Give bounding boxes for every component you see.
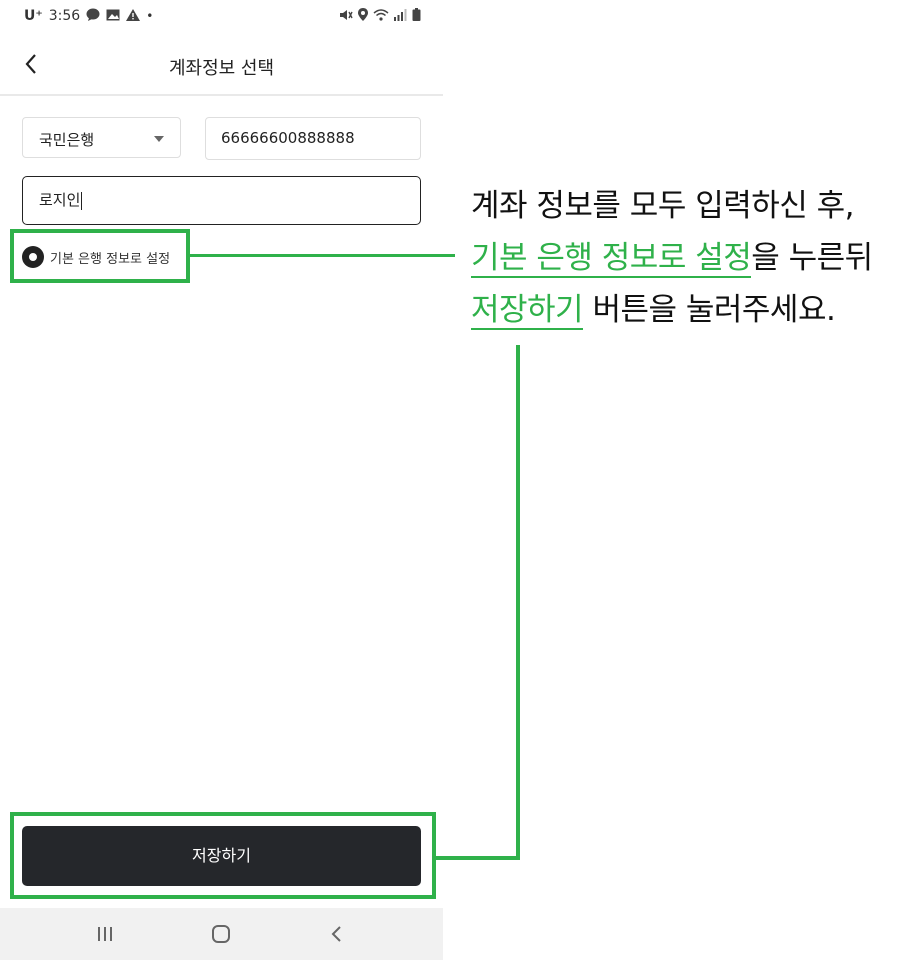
- callout-line-2: 기본 은행 정보로 설정을 누른뒤: [471, 232, 891, 284]
- caret-down-icon: [154, 136, 164, 142]
- default-bank-radio[interactable]: 기본 은행 정보로 설정: [22, 246, 170, 268]
- back-icon[interactable]: [322, 922, 352, 946]
- save-button[interactable]: 저장하기: [22, 826, 421, 886]
- recent-apps-icon[interactable]: [90, 922, 120, 946]
- clock: 3:56: [48, 8, 81, 24]
- page-title: 계좌정보 선택: [168, 58, 275, 79]
- bank-select[interactable]: 국민은행: [22, 117, 181, 158]
- callout-line-2-rest: 을 누른뒤: [751, 240, 873, 276]
- home-icon[interactable]: [206, 922, 236, 946]
- account-holder-field[interactable]: 로지인: [22, 176, 421, 225]
- signal-icon: [394, 8, 407, 24]
- account-number-field[interactable]: 66666600888888: [205, 117, 421, 160]
- callout-line-3-rest: 버튼을 눌러주세요.: [583, 292, 836, 328]
- mute-icon: [339, 9, 353, 24]
- account-number-value: 66666600888888: [221, 129, 355, 147]
- default-bank-label: 기본 은행 정보로 설정: [50, 251, 171, 267]
- status-bar: U⁺ 3:56 •: [0, 0, 443, 36]
- android-nav-bar: [0, 908, 443, 960]
- connector-line-top: [190, 254, 455, 257]
- talk-icon: [86, 8, 100, 24]
- connector-line-vertical: [516, 345, 520, 860]
- location-icon: [358, 8, 368, 24]
- text-cursor: [81, 191, 83, 210]
- callout-line-3: 저장하기 버튼을 눌러주세요.: [471, 284, 891, 336]
- status-right: [339, 8, 421, 24]
- instruction-callout: 계좌 정보를 모두 입력하신 후, 기본 은행 정보로 설정을 누른뒤 저장하기…: [471, 180, 891, 336]
- battery-icon: [412, 8, 421, 24]
- gallery-icon: [106, 9, 120, 24]
- warning-icon: [126, 8, 141, 24]
- carrier-label: U⁺: [24, 8, 43, 24]
- bank-select-value: 국민은행: [39, 131, 95, 149]
- connector-line-bottom: [436, 856, 520, 860]
- callout-highlight-save: 저장하기: [471, 292, 584, 330]
- wifi-icon: [373, 8, 389, 24]
- callout-line-1: 계좌 정보를 모두 입력하신 후,: [471, 188, 855, 224]
- callout-highlight-default-bank: 기본 은행 정보로 설정: [471, 240, 752, 278]
- dot-icon: •: [146, 9, 154, 23]
- phone-screen: U⁺ 3:56 • 계좌정보 선택 국민은행 66666600888888 로지…: [0, 0, 443, 960]
- account-holder-value: 로지인: [39, 191, 81, 209]
- radio-checked-icon[interactable]: [22, 246, 44, 268]
- app-header: 계좌정보 선택: [0, 40, 443, 96]
- status-left: U⁺ 3:56 •: [24, 8, 153, 24]
